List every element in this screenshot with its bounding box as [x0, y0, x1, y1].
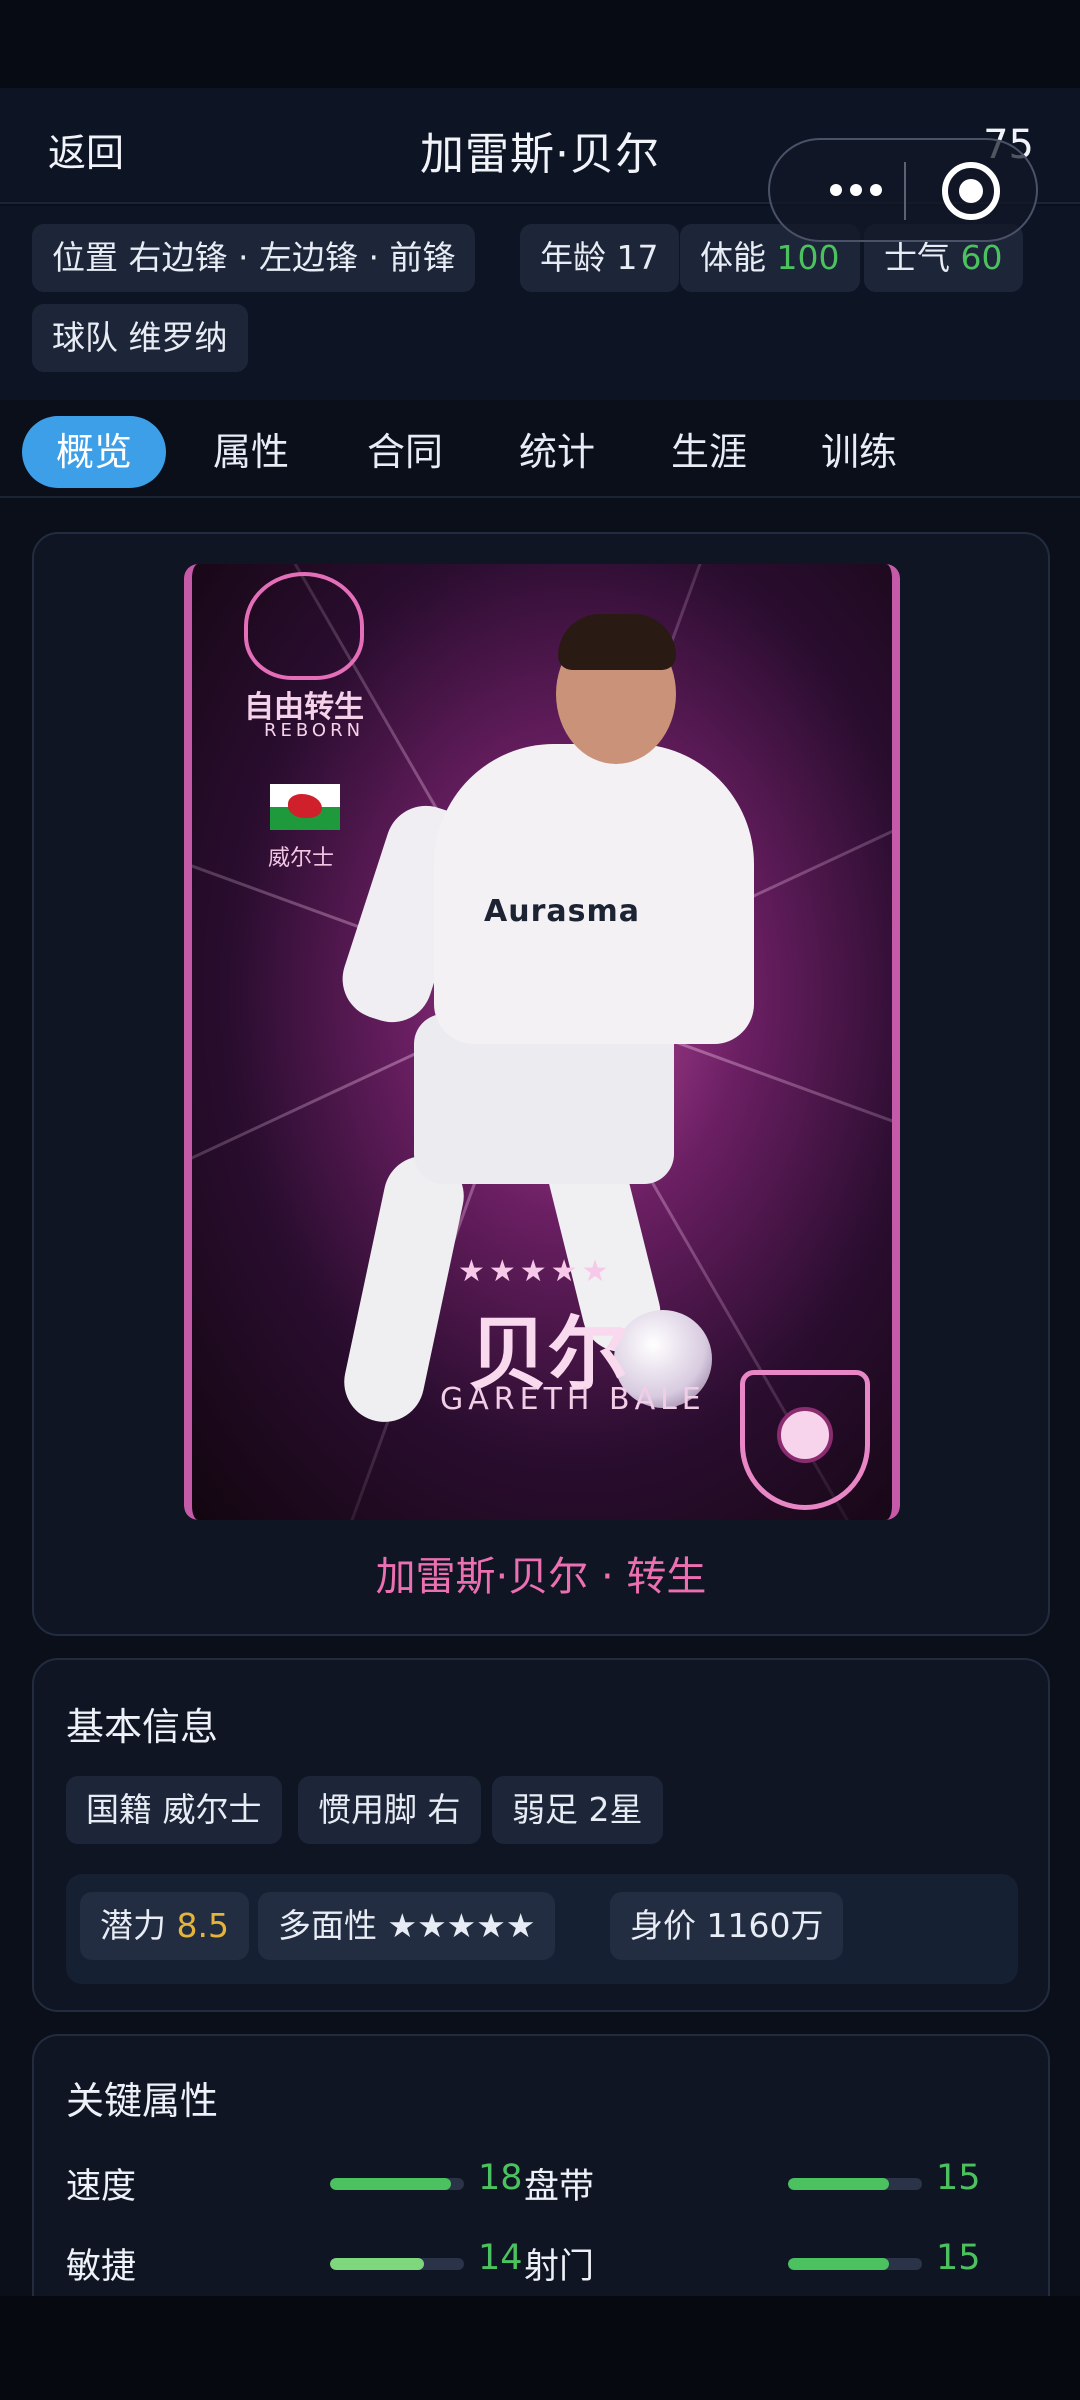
star-icon: ★★★★★: [387, 1906, 536, 1945]
morale-value: 60: [960, 238, 1003, 277]
attr-value: 14: [478, 2238, 523, 2278]
detail-box: 潜力 8.5 多面性 ★★★★★ 身价 1160万: [66, 1874, 1018, 1984]
capsule-divider: [904, 162, 906, 220]
more-dots-icon[interactable]: [806, 140, 906, 240]
tab-attributes[interactable]: 属性: [206, 416, 296, 488]
value-chip: 身价 1160万: [610, 1892, 844, 1960]
attr-label: 敏捷: [66, 2247, 137, 2287]
potential-value: 8.5: [176, 1906, 229, 1945]
versatility-label: 多面性: [278, 1906, 377, 1945]
position-chip: 位置 右边锋 · 左边锋 · 前锋: [32, 224, 476, 292]
age-label: 年龄: [540, 238, 606, 277]
bottom-system-bar: [0, 2296, 1080, 2400]
player-card-image[interactable]: 自由转生 REBORN 威尔士 Aurasma ★★★★★ 贝尔 GARETH …: [184, 564, 900, 1520]
card-caption: 加雷斯·贝尔 · 转生: [375, 1554, 707, 1600]
stamina-value: 100: [776, 238, 840, 277]
versatility-chip: 多面性 ★★★★★: [258, 1892, 556, 1960]
attr-bar: [788, 2178, 922, 2190]
card-frame: [184, 564, 900, 1520]
weak-foot-value: 2星: [588, 1790, 643, 1829]
key-attributes-title: 关键属性: [66, 2079, 219, 2123]
attr-bar: [788, 2258, 922, 2270]
potential-chip: 潜力 8.5: [80, 1892, 249, 1960]
attr-value: 15: [936, 2158, 981, 2198]
attr-label: 速度: [66, 2167, 137, 2207]
foot-chip: 惯用脚 右: [298, 1776, 481, 1844]
stamina-label: 体能: [700, 238, 766, 277]
basic-info-title: 基本信息: [66, 1705, 219, 1749]
morale-label: 士气: [884, 238, 950, 277]
nationality-chip: 国籍 威尔士: [66, 1776, 282, 1844]
position-label: 位置: [52, 238, 118, 277]
market-value-label: 身价: [630, 1906, 696, 1945]
tab-career[interactable]: 生涯: [664, 416, 754, 488]
weak-foot-label: 弱足: [512, 1790, 578, 1829]
nationality-label: 国籍: [86, 1790, 152, 1829]
foot-value: 右: [427, 1790, 461, 1829]
attr-value: 15: [936, 2238, 981, 2278]
weak-foot-chip: 弱足 2星: [492, 1776, 663, 1844]
team-chip: 球队 维罗纳: [32, 304, 248, 372]
market-value: 1160万: [706, 1906, 824, 1945]
tab-overview[interactable]: 概览: [22, 416, 166, 488]
basic-info-panel: 基本信息 国籍 威尔士 惯用脚 右 弱足 2星 潜力 8.5 多面性 ★★★★★…: [32, 1658, 1050, 2012]
tab-bar: 概览 属性 合同 统计 生涯 训练: [0, 400, 1080, 498]
tab-training[interactable]: 训练: [814, 416, 904, 488]
potential-label: 潜力: [100, 1906, 166, 1945]
target-icon[interactable]: [942, 162, 1000, 220]
age-chip: 年龄 17: [520, 224, 679, 292]
position-value: 右边锋 · 左边锋 · 前锋: [128, 238, 456, 277]
age-value: 17: [616, 238, 659, 277]
attr-label: 盘带: [524, 2167, 595, 2207]
attr-label: 射门: [524, 2247, 595, 2287]
nationality-value: 威尔士: [162, 1790, 262, 1829]
team-label: 球队: [52, 318, 118, 357]
key-attributes-panel: 关键属性 速度 18 盘带 15 敏捷 14 射门 15: [32, 2034, 1050, 2314]
attr-bar: [330, 2258, 464, 2270]
status-bar: [0, 0, 1080, 88]
tab-contract[interactable]: 合同: [360, 416, 450, 488]
player-card-panel: 自由转生 REBORN 威尔士 Aurasma ★★★★★ 贝尔 GARETH …: [32, 532, 1050, 1636]
team-value: 维罗纳: [128, 318, 228, 357]
tab-stats[interactable]: 统计: [512, 416, 602, 488]
foot-label: 惯用脚: [318, 1790, 417, 1829]
attr-value: 18: [478, 2158, 523, 2198]
miniprogram-capsule: [768, 138, 1038, 242]
attr-bar: [330, 2178, 464, 2190]
